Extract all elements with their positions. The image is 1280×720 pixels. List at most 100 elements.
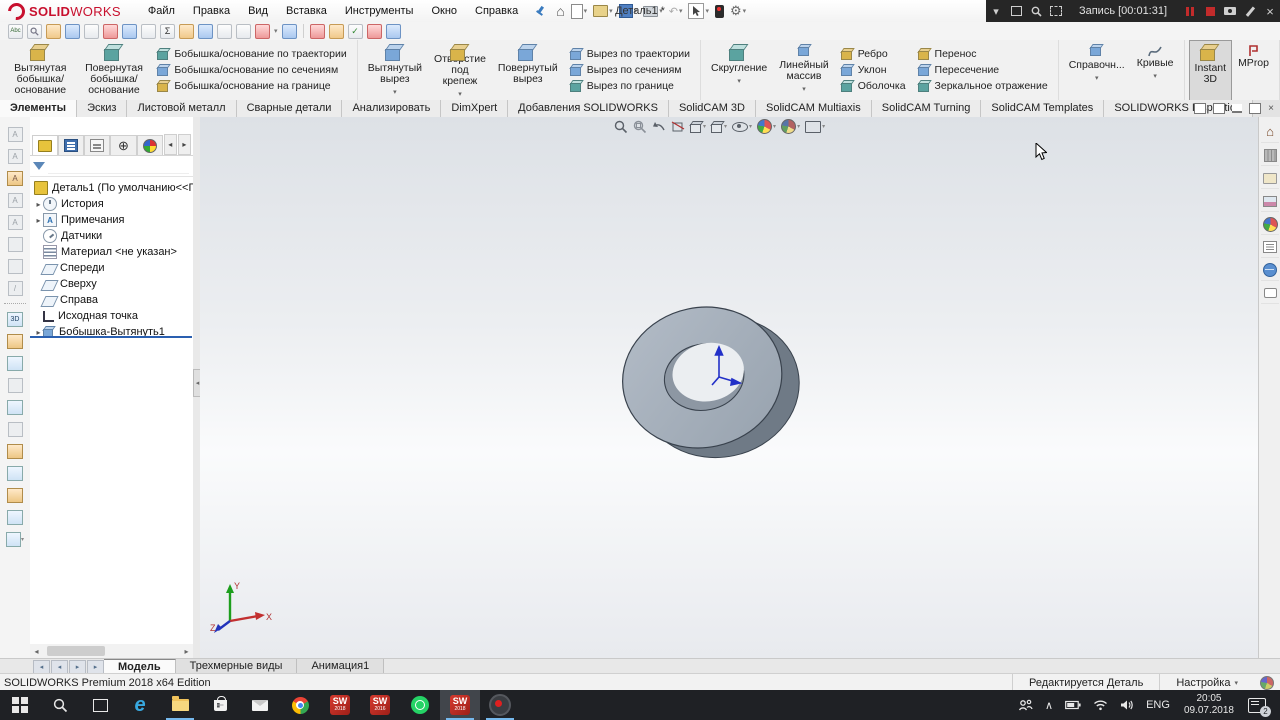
volume-icon[interactable] [1114, 690, 1140, 720]
section-properties-icon[interactable] [84, 24, 99, 39]
recorder-stop-button[interactable] [1200, 0, 1220, 22]
mirror-entities-icon[interactable] [198, 24, 213, 39]
design-library-icon[interactable] [1261, 145, 1279, 166]
instant3d-toggle[interactable]: Instant 3D [1189, 40, 1233, 101]
zoom-to-area-icon[interactable] [633, 120, 647, 134]
align-icon[interactable] [217, 24, 232, 39]
file-explorer-icon[interactable] [1261, 168, 1279, 189]
undo-button[interactable]: ↶▾ [666, 1, 686, 21]
web-help-icon[interactable] [386, 24, 401, 39]
new-document-button[interactable]: ▾ [568, 1, 591, 21]
revolved-cut-button[interactable]: Повернутый вырез [492, 40, 564, 101]
hide-show-items-icon[interactable]: ▾ [732, 122, 752, 132]
3d-views-tab[interactable]: Трехмерные виды [176, 659, 298, 674]
recorder-screenshot-button[interactable] [1220, 0, 1240, 22]
store-app[interactable] [200, 690, 240, 720]
first-tab-button[interactable]: ◂ [33, 660, 50, 674]
geometric-tolerance-icon[interactable] [6, 257, 24, 275]
minimize-button[interactable] [1232, 104, 1242, 113]
tab-solidcam-3d[interactable]: SolidCAM 3D [669, 100, 756, 117]
task-view-button[interactable] [80, 690, 120, 720]
model-tab[interactable]: Модель [104, 659, 176, 674]
rib-button[interactable]: Ребро [839, 47, 908, 61]
fillet-button[interactable]: Скругление▾ [705, 40, 773, 101]
pane-left-icon[interactable] [1194, 103, 1206, 114]
display-style-icon[interactable]: ▾ [711, 121, 727, 133]
tree-item-material[interactable]: Материал <не указан> [30, 244, 193, 260]
sweep-tool-icon[interactable] [6, 376, 24, 394]
balloon-annotation-icon[interactable]: A [6, 147, 24, 165]
boundary-tool-icon[interactable] [6, 420, 24, 438]
battery-icon[interactable] [1059, 690, 1087, 720]
tab-solidcam-templates[interactable]: SolidCAM Templates [981, 100, 1104, 117]
animation-tab[interactable]: Анимация1 [297, 659, 384, 674]
menu-help[interactable]: Справка [466, 1, 527, 22]
language-indicator[interactable]: ENG [1140, 690, 1176, 720]
model-ring-washer[interactable] [600, 289, 812, 481]
clock[interactable]: 20:05 09.07.2018 [1176, 693, 1242, 717]
tree-horizontal-scrollbar[interactable]: ◂ ▸ [30, 644, 194, 658]
recorder-app[interactable] [480, 690, 520, 720]
open-document-button[interactable]: ▾ [590, 1, 616, 21]
reference-geometry-button[interactable]: Справочн...▾ [1063, 40, 1131, 101]
wrap-tool-icon[interactable] [6, 486, 24, 504]
hole-wizard-button[interactable]: Отверстие под крепеж▾ [428, 40, 492, 101]
check-feature-icon[interactable] [122, 24, 137, 39]
featuremanager-tab[interactable] [32, 135, 58, 155]
view-orientation-icon[interactable]: ▾ [690, 121, 706, 133]
weld-symbol-icon[interactable]: A [6, 213, 24, 231]
verification-icon[interactable] [141, 24, 156, 39]
3d-sketch-icon[interactable]: 3D [6, 310, 24, 328]
home-button[interactable]: ⌂ [553, 1, 567, 21]
expand-arrow-icon[interactable]: ▸ [34, 216, 43, 225]
lofted-cut-button[interactable]: Вырез по сечениям [568, 63, 692, 77]
save-button[interactable]: ▾ [616, 1, 641, 21]
surface-finish-icon[interactable] [6, 235, 24, 253]
apply-scene-icon[interactable]: ▾ [781, 119, 800, 134]
sensor-icon[interactable] [103, 24, 118, 39]
appearances-icon[interactable] [1261, 214, 1279, 235]
customize-tools-icon[interactable]: / [6, 279, 24, 297]
tree-filter-input[interactable] [48, 159, 189, 174]
edge-app[interactable]: e [120, 690, 160, 720]
propertymanager-tab[interactable] [58, 135, 84, 155]
solidworks-2016-app[interactable]: SW2016 [360, 690, 400, 720]
configurationmanager-tab[interactable] [84, 135, 110, 155]
solidworks-2018-app[interactable]: SW2018 [320, 690, 360, 720]
macro-record-button[interactable] [712, 1, 727, 21]
menu-view[interactable]: Вид [239, 1, 277, 22]
tree-item-origin[interactable]: Исходная точка [30, 308, 193, 324]
sketch-tools-icon[interactable] [179, 24, 194, 39]
menu-insert[interactable]: Вставка [277, 1, 336, 22]
format-painter-icon[interactable] [255, 24, 270, 39]
pane-right-icon[interactable] [1213, 103, 1225, 114]
graphics-viewport[interactable]: ▾ ▾ ▾ ▾ ▾ ▾ [200, 117, 1258, 658]
mass-properties-icon[interactable] [65, 24, 80, 39]
boundary-boss-button[interactable]: Бобышка/основание на границе [155, 79, 348, 93]
menu-tools[interactable]: Инструменты [336, 1, 423, 22]
search-icon[interactable] [27, 24, 42, 39]
swept-cut-button[interactable]: Вырез по траектории [568, 47, 692, 61]
previous-view-icon[interactable] [652, 121, 666, 133]
menu-window[interactable]: Окно [422, 1, 466, 22]
hidden-icons-chevron[interactable]: ∧ [1039, 690, 1059, 720]
mail-app[interactable] [240, 690, 280, 720]
recorder-pause-button[interactable] [1180, 0, 1200, 22]
tree-item-right-plane[interactable]: Справа [30, 292, 193, 308]
linear-pattern-button[interactable]: Линейный массив▾ [773, 40, 834, 101]
revolved-boss-button[interactable]: Повернутая бобышка/основание [77, 40, 152, 101]
pattern-tool-icon[interactable]: ▾ [6, 530, 24, 548]
view-palette-icon[interactable] [1261, 191, 1279, 212]
recorder-draw-button[interactable] [1240, 0, 1260, 22]
zoom-to-fit-icon[interactable] [614, 120, 628, 134]
view-settings-icon[interactable]: ▾ [805, 121, 825, 133]
tab-dimxpert[interactable]: DimXpert [441, 100, 508, 117]
equations-icon[interactable]: Σ [160, 24, 175, 39]
swept-boss-button[interactable]: Бобышка/основание по траектории [155, 47, 348, 61]
filter-funnel-icon[interactable] [34, 163, 44, 170]
scroll-left-arrow[interactable]: ◂ [30, 647, 43, 656]
scrollbar-track[interactable] [43, 646, 180, 656]
action-center-button[interactable]: 2 [1242, 690, 1280, 720]
mirror-button[interactable]: Зеркальное отражение [916, 79, 1050, 93]
tab-solidcam-multiaxis[interactable]: SolidCAM Multiaxis [756, 100, 872, 117]
